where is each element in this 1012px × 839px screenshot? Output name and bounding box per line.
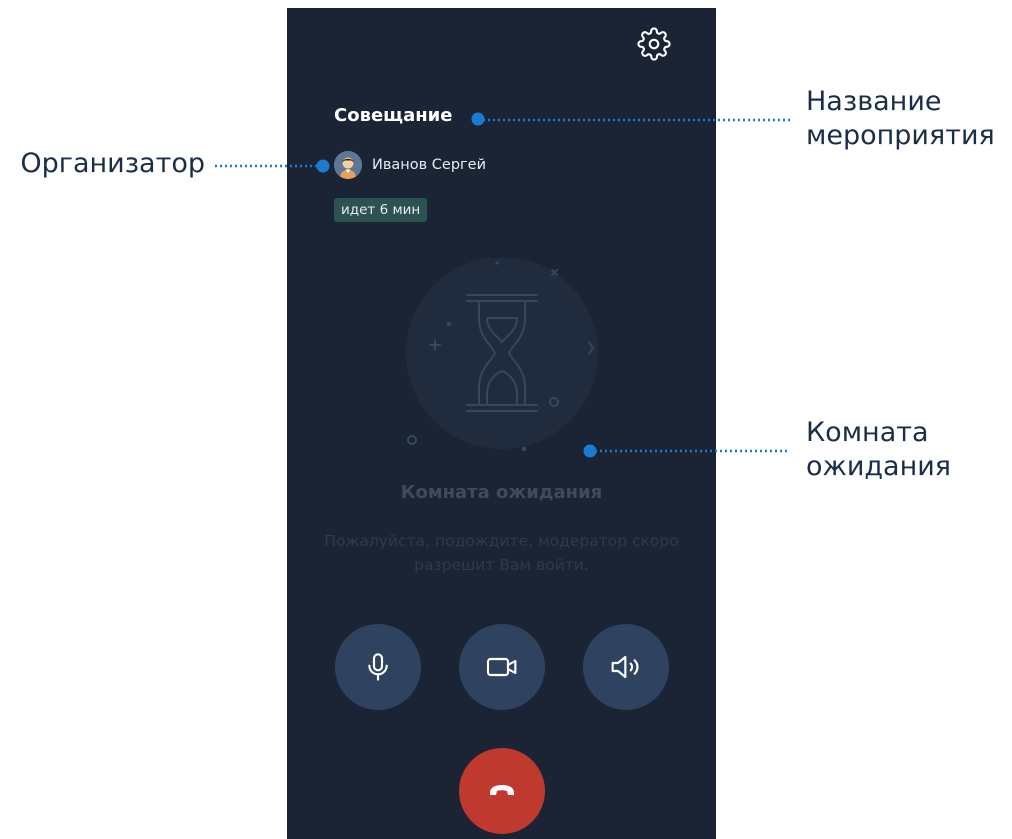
annotation-waiting-room: Комната ожидания xyxy=(806,417,952,482)
waiting-room-message: Пожалуйста, подождите, модератор скоро р… xyxy=(324,532,679,574)
annotation-organizer: Организатор xyxy=(20,148,205,179)
mobile-screen: Совещание Иванов Сергей идет 6 мин Комна… xyxy=(287,8,716,839)
avatar xyxy=(334,151,362,179)
settings-button[interactable] xyxy=(636,26,672,62)
hourglass-illustration xyxy=(406,258,598,452)
organizer-row: Иванов Сергей xyxy=(334,151,486,179)
phone-hangup-icon xyxy=(490,785,514,795)
gear-icon xyxy=(637,27,671,61)
microphone-button[interactable] xyxy=(335,624,421,710)
person-avatar-icon xyxy=(334,151,362,179)
duration-badge: идет 6 мин xyxy=(334,198,428,222)
meeting-title: Совещание xyxy=(334,105,453,126)
speaker-button[interactable] xyxy=(583,624,669,710)
annotation-event-name: Название мероприятия xyxy=(806,86,995,151)
hang-up-button[interactable] xyxy=(459,748,545,834)
video-camera-icon xyxy=(486,657,517,677)
speaker-icon xyxy=(611,655,639,679)
microphone-icon xyxy=(368,653,388,681)
waiting-room-title: Комната ожидания xyxy=(400,482,603,503)
camera-button[interactable] xyxy=(459,624,545,710)
organizer-name: Иванов Сергей xyxy=(372,157,486,173)
